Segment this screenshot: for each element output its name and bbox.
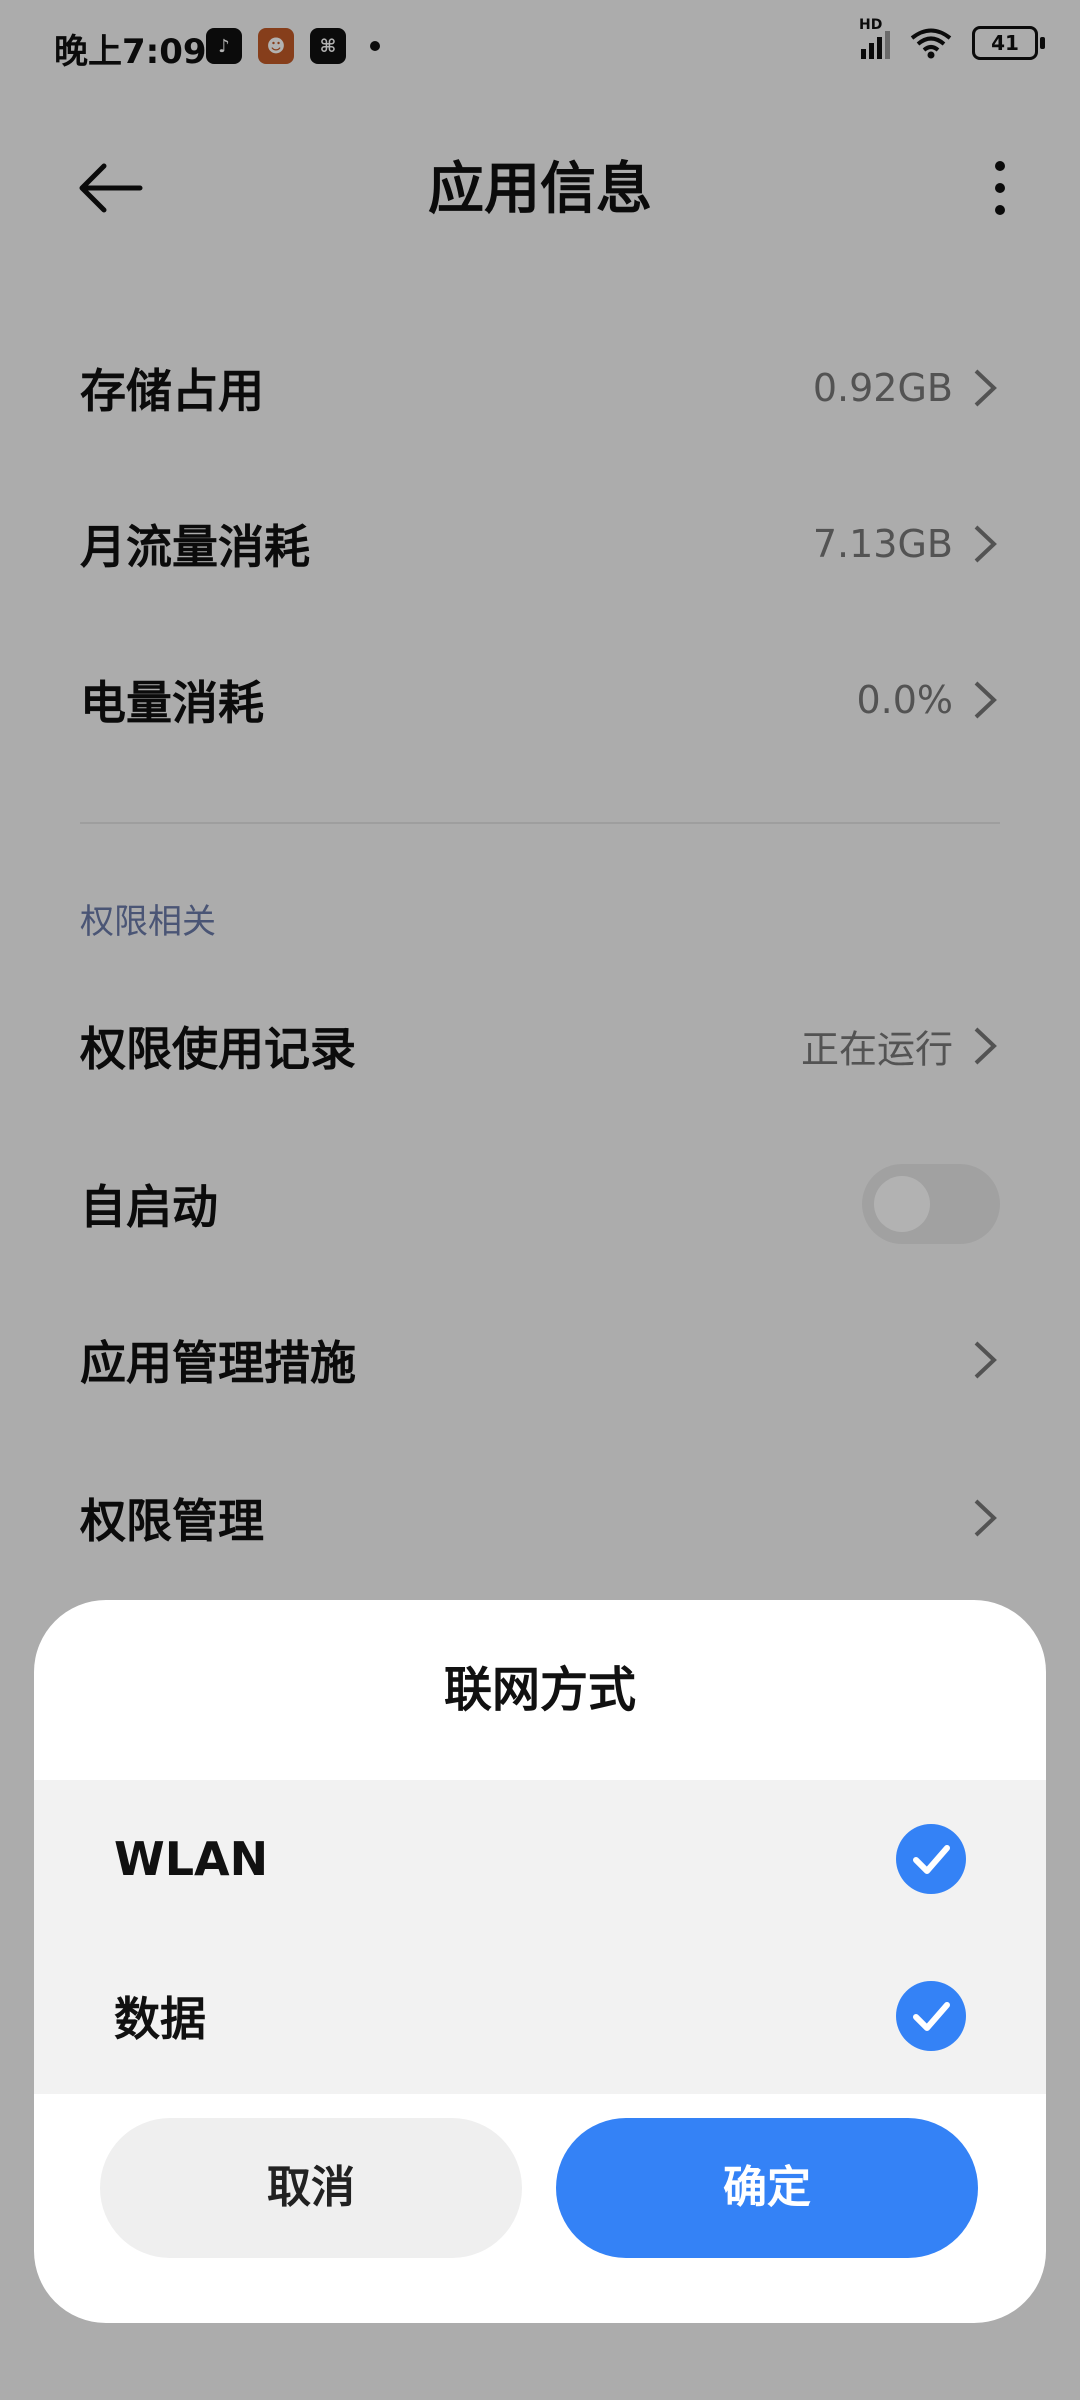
option-label: 数据 (114, 1991, 206, 2046)
option-wlan[interactable]: WLAN (34, 1780, 1046, 1937)
confirm-button[interactable]: 确定 (556, 2118, 978, 2258)
option-label: WLAN (114, 1831, 269, 1886)
checkbox-checked-icon[interactable] (896, 1980, 966, 2051)
option-list: WLAN 数据 (34, 1780, 1046, 2094)
option-mobile-data[interactable]: 数据 (34, 1937, 1046, 2094)
cancel-button[interactable]: 取消 (100, 2118, 522, 2258)
dialog-title: 联网方式 (443, 1662, 636, 1718)
network-mode-dialog: 联网方式 WLAN 数据 取消 确定 (34, 1600, 1046, 2323)
checkbox-checked-icon[interactable] (896, 1823, 966, 1894)
